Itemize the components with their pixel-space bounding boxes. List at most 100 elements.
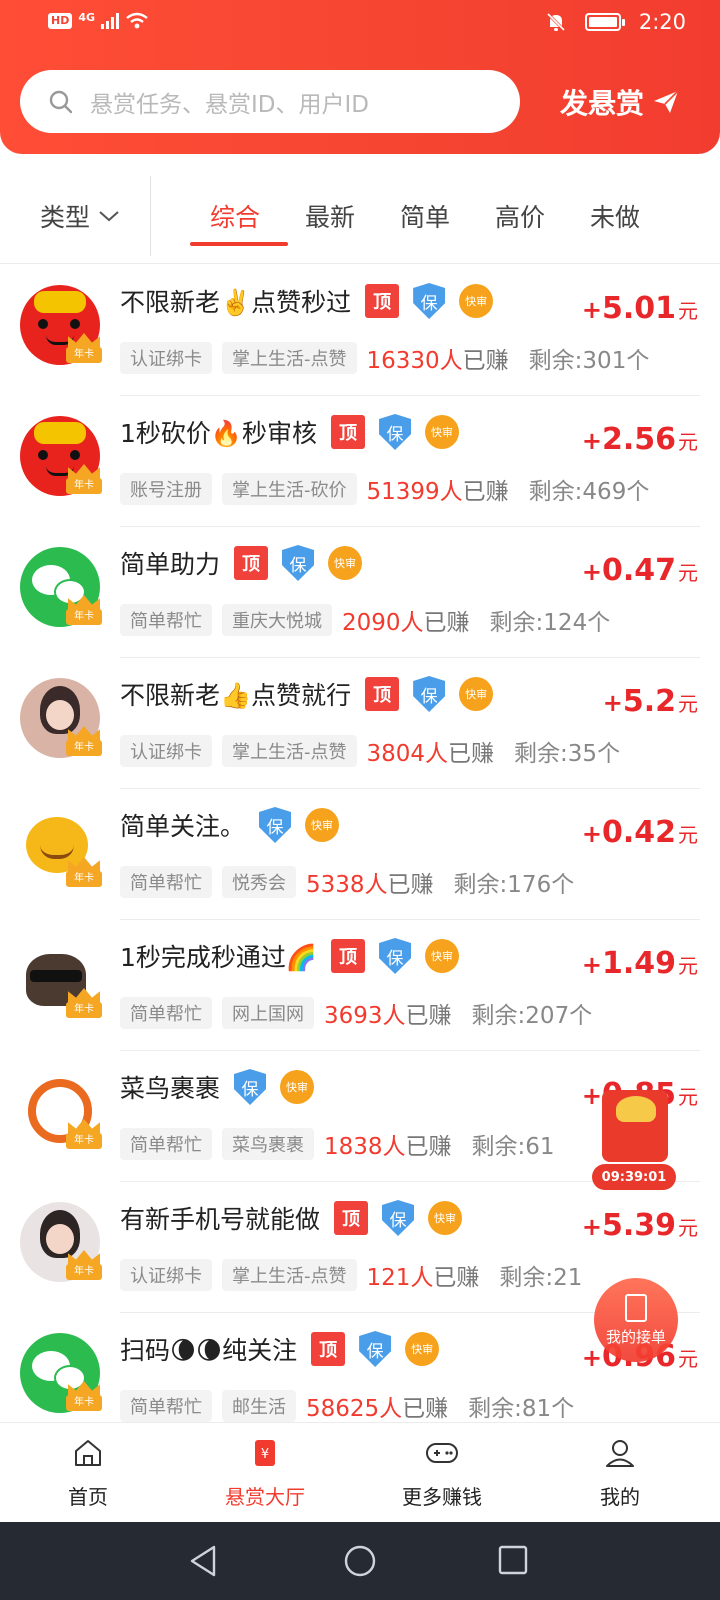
nav-home[interactable]: 首页 — [28, 1435, 148, 1510]
reward-hall-icon: ¥ — [255, 1440, 275, 1466]
task-title-line: 有新手机号就能做顶保快审 — [120, 1200, 463, 1236]
earned-count: 3693人已赚 — [324, 1003, 452, 1029]
document-icon — [625, 1293, 647, 1322]
earned-count: 5338人已赚 — [306, 872, 434, 898]
top-badge: 顶 — [365, 284, 400, 318]
annual-card-crown-icon: 年卡 — [66, 722, 104, 756]
nav-reward-hall[interactable]: ¥ 悬赏大厅 — [205, 1435, 325, 1510]
earned-count: 16330人已赚 — [366, 348, 509, 374]
task-title-line: 不限新老✌️点赞秒过顶保快审 — [120, 283, 494, 319]
avatar: 年卡 — [20, 1202, 102, 1282]
nav-reward-hall-label: 悬赏大厅 — [225, 1485, 305, 1509]
status-bar: HD 4G 2:20 — [0, 0, 720, 50]
annual-card-crown-icon: 年卡 — [66, 853, 104, 887]
task-title-line: 菜鸟裹裹保快审 — [120, 1069, 315, 1105]
chevron-down-icon — [99, 211, 119, 222]
guarantee-shield-icon: 保 — [413, 676, 446, 712]
task-meta: 简单帮忙 邮生活 58625人已赚 剩余:81个 — [120, 1389, 574, 1423]
search-icon — [49, 90, 73, 113]
coins-icon — [616, 1096, 656, 1122]
task-title-line: 简单助力顶保快审 — [120, 545, 363, 581]
task-project-tag: 掌上生活-点赞 — [222, 735, 357, 767]
nav-home-label: 首页 — [68, 1485, 108, 1509]
task-meta: 认证绑卡 掌上生活-点赞 121人已赚 剩余:21 — [120, 1258, 582, 1292]
nav-mine[interactable]: 我的 — [560, 1435, 680, 1510]
remaining-count: 剩余:124个 — [489, 610, 611, 636]
guarantee-shield-icon: 保 — [413, 283, 446, 319]
tab-latest[interactable]: 最新 — [305, 198, 355, 234]
task-meta: 简单帮忙 网上国网 3693人已赚 剩余:207个 — [120, 996, 592, 1030]
mute-bell-icon — [546, 12, 565, 32]
task-category-tag: 认证绑卡 — [120, 735, 212, 767]
annual-card-crown-icon: 年卡 — [66, 984, 104, 1018]
tab-simple[interactable]: 简单 — [400, 198, 450, 234]
nav-more-earning[interactable]: 更多赚钱 — [382, 1435, 502, 1510]
avatar: 年卡 — [20, 416, 102, 496]
top-badge: 顶 — [311, 1332, 346, 1366]
avatar: 年卡 — [20, 809, 102, 889]
fast-review-badge: 快审 — [459, 677, 494, 711]
remaining-count: 剩余:469个 — [528, 479, 650, 505]
task-category-tag: 简单帮忙 — [120, 997, 212, 1029]
annual-card-crown-icon: 年卡 — [66, 1377, 104, 1411]
fast-review-badge: 快审 — [428, 1201, 463, 1235]
fast-review-badge: 快审 — [425, 415, 460, 449]
task-title: 扫码🌘🌘纯关注 — [120, 1336, 298, 1365]
task-title-line: 不限新老👍点赞就行顶保快审 — [120, 676, 494, 712]
earned-count: 51399人已赚 — [366, 479, 509, 505]
earned-count: 2090人已赚 — [342, 610, 470, 636]
search-input[interactable]: 悬赏任务、悬赏ID、用户ID — [20, 70, 520, 133]
task-meta: 认证绑卡 掌上生活-点赞 3804人已赚 剩余:35个 — [120, 734, 620, 768]
fast-review-badge: 快审 — [305, 808, 340, 842]
fast-review-badge: 快审 — [405, 1332, 440, 1366]
task-project-tag: 重庆大悦城 — [222, 604, 332, 636]
task-row[interactable]: 年卡 1秒完成秒通过🌈 顶保快审 简单帮忙 网上国网 3693人已赚 剩余:207个 +1.4… — [0, 920, 720, 1051]
network-type: 4G — [78, 10, 96, 24]
task-meta: 账号注册 掌上生活-砍价 51399人已赚 剩余:469个 — [120, 472, 649, 506]
task-project-tag: 掌上生活-点赞 — [222, 1259, 357, 1291]
tab-high-price[interactable]: 高价 — [495, 198, 545, 234]
profile-icon — [606, 1440, 634, 1467]
type-filter-label: 类型 — [40, 203, 91, 232]
my-orders-label: 我的接单 — [605, 1327, 666, 1346]
back-icon[interactable] — [188, 1544, 220, 1578]
publish-reward-button[interactable]: 发悬赏 — [560, 82, 680, 122]
reward-amount: +0.42 元 — [581, 815, 698, 850]
battery-icon — [584, 13, 625, 31]
task-project-tag: 掌上生活-点赞 — [222, 342, 357, 374]
tab-not-done[interactable]: 未做 — [590, 198, 640, 234]
recents-icon[interactable] — [497, 1544, 529, 1576]
remaining-count: 剩余:81个 — [468, 1396, 575, 1422]
task-row[interactable]: 年卡 简单助力顶保快审 简单帮忙 重庆大悦城 2090人已赚 剩余:124个 +0.47 元 — [0, 527, 720, 658]
earned-count: 121人已赚 — [366, 1265, 480, 1291]
my-orders-button[interactable]: 我的接单 — [594, 1278, 678, 1362]
task-row[interactable]: 年卡 不限新老👍点赞就行顶保快审认证绑卡 掌上生活-点赞 3804人已赚 剩余:35个 +… — [0, 658, 720, 789]
wifi-icon — [126, 12, 148, 29]
red-packet-widget[interactable]: 09:39:01 — [592, 1090, 676, 1194]
top-badge: 顶 — [331, 415, 366, 449]
guarantee-shield-icon: 保 — [382, 1200, 415, 1236]
task-title: 有新手机号就能做 — [120, 1205, 321, 1234]
task-row[interactable]: 年卡 不限新老✌️点赞秒过顶保快审 认证绑卡 掌上生活-点赞 16330人已赚 剩余:30… — [0, 265, 720, 396]
annual-card-crown-icon: 年卡 — [66, 591, 104, 625]
home-circle-icon[interactable] — [343, 1544, 377, 1578]
top-badge: 顶 — [334, 1201, 369, 1235]
red-packet-timer: 09:39:01 — [592, 1164, 676, 1190]
publish-reward-label: 发悬赏 — [560, 87, 645, 120]
reward-amount: +5.39 元 — [581, 1208, 698, 1243]
remaining-count: 剩余:61 — [471, 1134, 555, 1160]
remaining-count: 剩余:21 — [499, 1265, 583, 1291]
filter-divider — [150, 176, 151, 256]
svg-text:¥: ¥ — [261, 1447, 269, 1462]
type-filter-dropdown[interactable]: 类型 — [40, 198, 120, 234]
task-row[interactable]: 年卡 1秒砍价🔥秒审核顶保快审 账号注册 掌上生活-砍价 51399人已赚 剩余:469个… — [0, 396, 720, 527]
guarantee-shield-icon: 保 — [359, 1331, 392, 1367]
reward-amount: +5.2 元 — [602, 684, 698, 719]
task-category-tag: 简单帮忙 — [120, 1128, 212, 1160]
guarantee-shield-icon: 保 — [234, 1069, 267, 1105]
task-title: 简单关注。 — [120, 812, 246, 841]
tab-comprehensive[interactable]: 综合 — [210, 198, 260, 234]
remaining-count: 剩余:35个 — [514, 741, 621, 767]
task-row[interactable]: 年卡 简单关注。保快审 简单帮忙 悦秀会 5338人已赚 剩余:176个 +0.42 元 — [0, 789, 720, 920]
top-badge: 顶 — [331, 939, 366, 973]
